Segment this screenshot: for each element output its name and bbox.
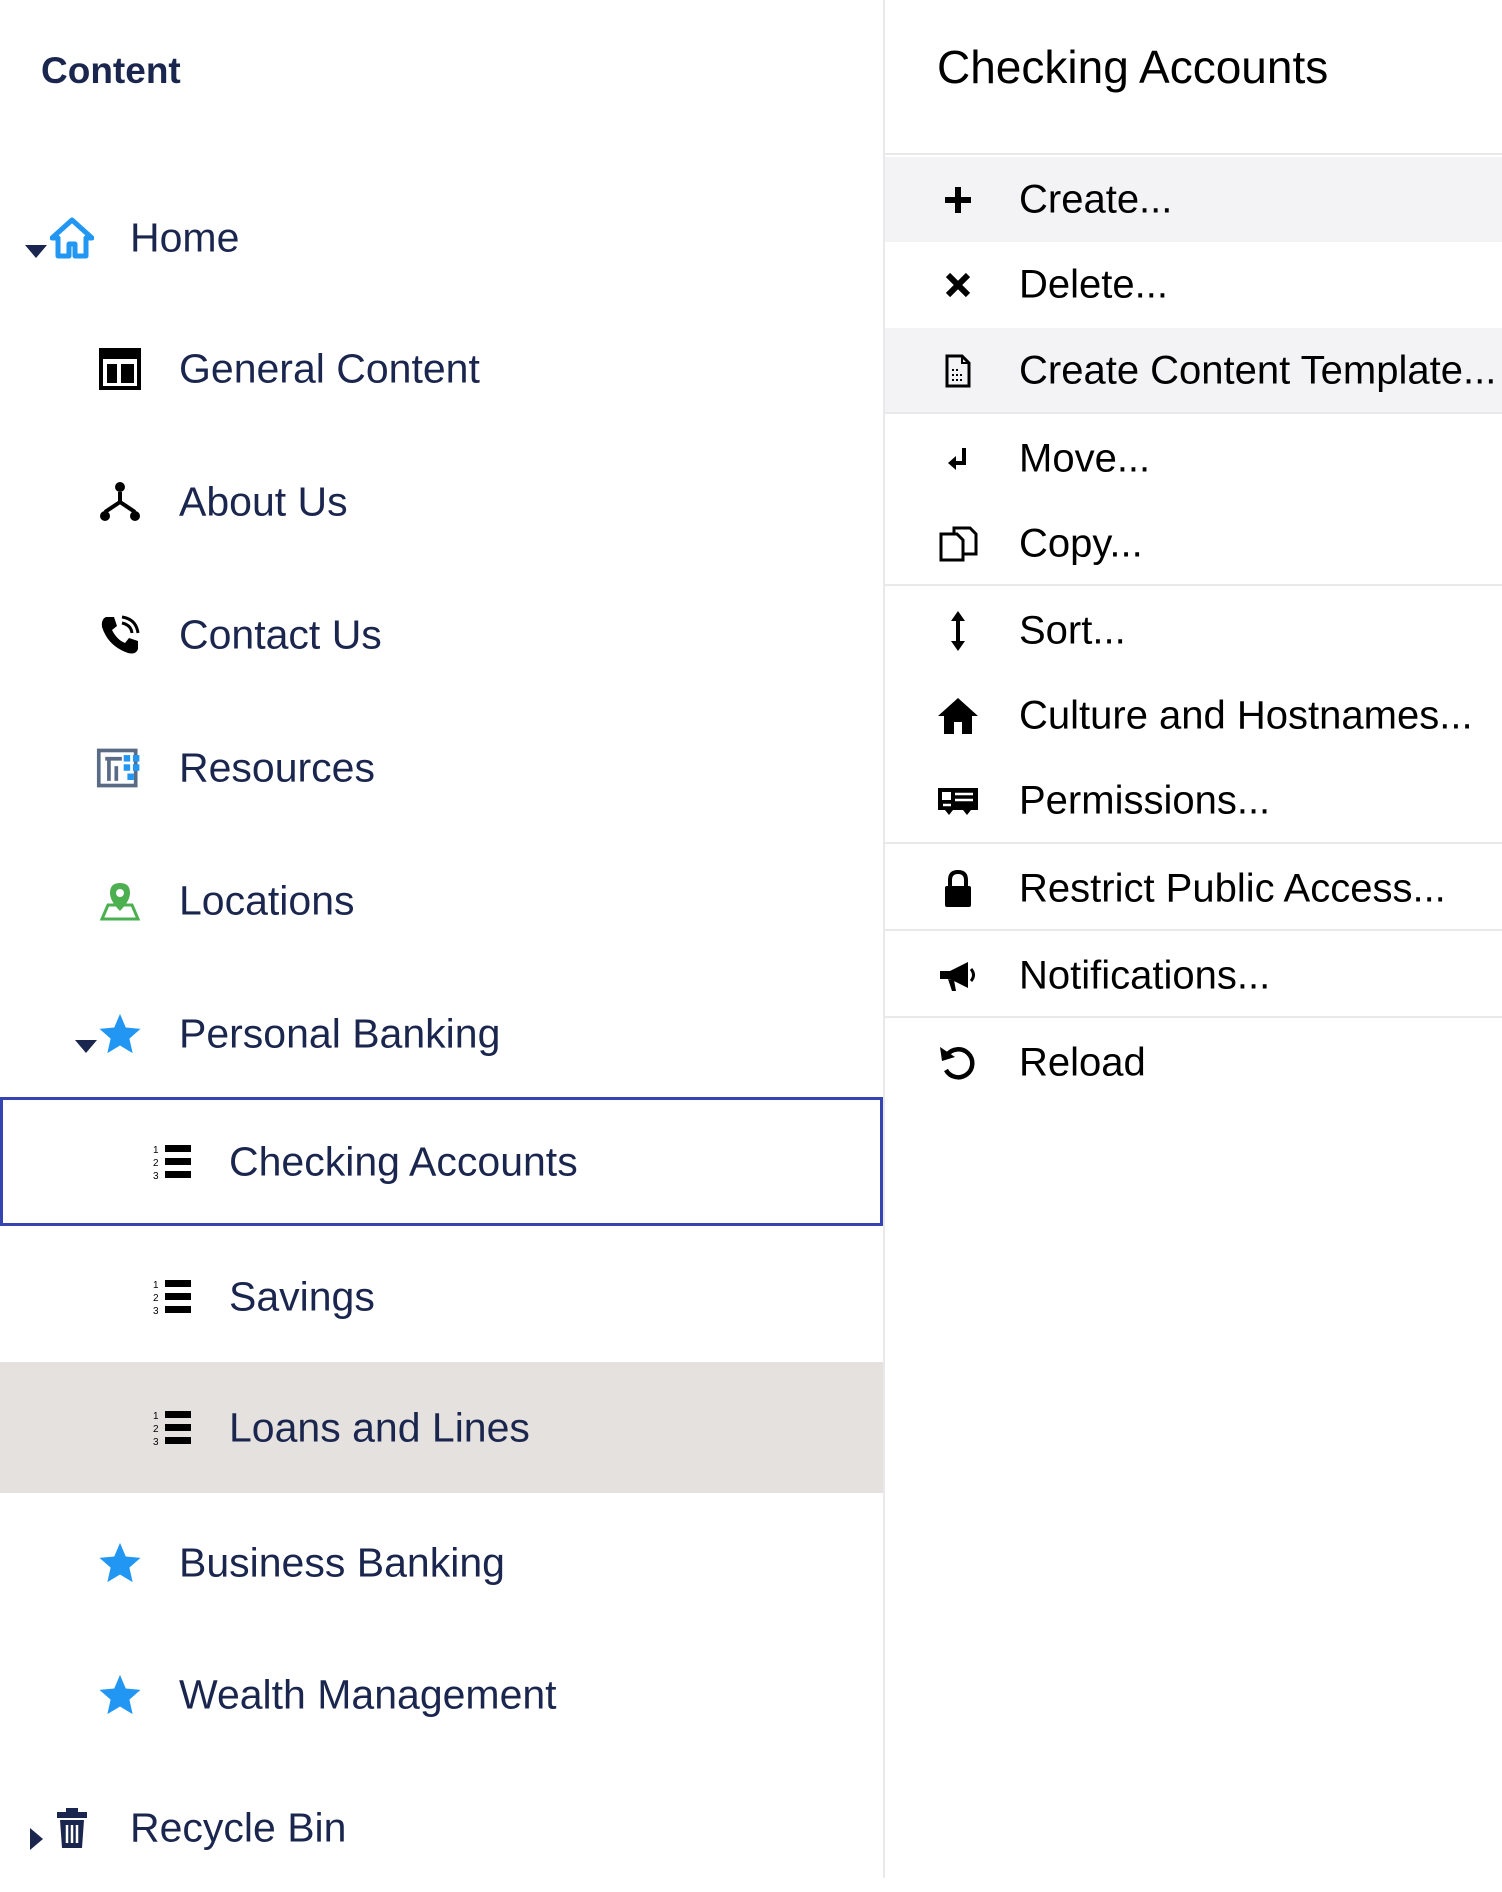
lock-icon <box>937 868 979 910</box>
menu-item-permissions[interactable]: Permissions... <box>885 758 1502 843</box>
tree-node-locations[interactable]: Locations <box>0 837 883 965</box>
tree-node-home[interactable]: Home <box>0 174 883 302</box>
tree-node-resources[interactable]: Resources <box>0 704 883 832</box>
menu-divider <box>885 584 1502 586</box>
menu-item-label: Sort... <box>1019 608 1126 652</box>
move-icon <box>937 438 979 480</box>
menu-item-label: Create... <box>1019 177 1173 221</box>
sitemap-icon <box>96 478 144 526</box>
svg-text:3: 3 <box>153 1437 159 1448</box>
menu-item-label: Permissions... <box>1019 778 1271 822</box>
sort-icon <box>937 610 979 652</box>
tree-node-label: Loans and Lines <box>229 1404 530 1450</box>
home-icon <box>48 214 96 262</box>
menu-item-label: Notifications... <box>1019 953 1271 997</box>
layout-icon <box>96 345 144 393</box>
svg-text:3: 3 <box>153 1306 159 1317</box>
star-icon <box>96 1539 144 1587</box>
tree-node-label: Locations <box>179 877 355 924</box>
menu-divider <box>885 153 1502 155</box>
copy-icon <box>937 523 979 565</box>
menu-item-label: Restrict Public Access... <box>1019 866 1446 910</box>
numbered-list-icon: 1 2 3 <box>149 1138 197 1186</box>
map-pin-icon <box>96 877 144 925</box>
tree-node-label: Personal Banking <box>179 1010 501 1057</box>
megaphone-icon <box>937 955 979 997</box>
menu-item-label: Culture and Hostnames... <box>1019 693 1473 737</box>
svg-text:2: 2 <box>153 1158 159 1169</box>
svg-text:2: 2 <box>153 1293 159 1304</box>
tree-node-recycle-bin[interactable]: Recycle Bin <box>0 1764 883 1892</box>
svg-text:2: 2 <box>153 1424 159 1435</box>
menu-item-label: Create Content Template... <box>1019 348 1497 392</box>
svg-text:1: 1 <box>153 1411 159 1422</box>
template-icon <box>937 350 979 392</box>
tree-node-label: Home <box>130 214 240 261</box>
star-icon <box>96 1671 144 1719</box>
menu-item-label: Copy... <box>1019 521 1143 565</box>
plus-icon <box>937 179 979 221</box>
menu-item-sort[interactable]: Sort... <box>885 588 1502 673</box>
tree-node-label: Business Banking <box>179 1539 505 1586</box>
phone-icon <box>96 611 144 659</box>
menu-item-culture-and-hostnames[interactable]: Culture and Hostnames... <box>885 673 1502 758</box>
tree-node-label: Savings <box>229 1273 375 1320</box>
tree-node-label: Resources <box>179 744 375 791</box>
tree-node-wealth-management[interactable]: Wealth Management <box>0 1631 883 1759</box>
content-tree: Content Home General Content About Us Co… <box>0 0 885 1878</box>
trash-icon <box>48 1804 96 1852</box>
tree-node-about-us[interactable]: About Us <box>0 438 883 566</box>
tree-node-loans-and-lines[interactable]: 1 2 3 Loans and Lines <box>0 1362 883 1493</box>
tree-node-label: Wealth Management <box>179 1671 557 1718</box>
close-icon <box>937 264 979 306</box>
tree-node-contact-us[interactable]: Contact Us <box>0 571 883 699</box>
menu-divider <box>885 842 1502 844</box>
menu-item-reload[interactable]: Reload <box>885 1020 1502 1105</box>
home-icon <box>937 695 979 737</box>
tree-node-personal-banking[interactable]: Personal Banking <box>0 970 883 1098</box>
caret-down-icon[interactable] <box>75 1040 97 1053</box>
numbered-list-icon: 1 2 3 <box>149 1404 197 1452</box>
caret-right-icon[interactable] <box>30 1828 43 1850</box>
menu-divider <box>885 1016 1502 1018</box>
tree-node-savings[interactable]: 1 2 3 Savings <box>0 1233 883 1361</box>
numbered-list-icon: 1 2 3 <box>149 1273 197 1321</box>
tree-node-business-banking[interactable]: Business Banking <box>0 1499 883 1627</box>
svg-text:1: 1 <box>153 1145 159 1156</box>
caret-down-icon[interactable] <box>25 245 47 258</box>
menu-divider <box>885 929 1502 931</box>
menu-item-move[interactable]: Move... <box>885 416 1502 501</box>
menu-item-restrict-public-access[interactable]: Restrict Public Access... <box>885 846 1502 931</box>
reload-icon <box>937 1042 979 1084</box>
menu-title: Checking Accounts <box>937 41 1329 93</box>
resources-icon <box>96 744 144 792</box>
star-icon <box>96 1010 144 1058</box>
svg-text:1: 1 <box>153 1280 159 1291</box>
menu-item-create-content-template[interactable]: Create Content Template... <box>885 328 1502 413</box>
tree-node-general-content[interactable]: General Content <box>0 305 883 433</box>
svg-text:3: 3 <box>153 1171 159 1182</box>
permissions-icon <box>937 780 979 822</box>
menu-item-label: Delete... <box>1019 262 1168 306</box>
menu-item-create[interactable]: Create... <box>885 157 1502 242</box>
tree-node-checking-accounts[interactable]: 1 2 3 Checking Accounts <box>0 1097 883 1226</box>
tree-node-label: About Us <box>179 478 348 525</box>
tree-node-label: Recycle Bin <box>130 1804 347 1851</box>
menu-item-copy[interactable]: Copy... <box>885 501 1502 586</box>
menu-item-label: Move... <box>1019 436 1151 480</box>
menu-item-delete[interactable]: Delete... <box>885 242 1502 327</box>
tree-title: Content <box>41 50 181 91</box>
actions-menu: Checking Accounts Create... Delete... Cr… <box>885 0 1502 1878</box>
tree-node-label: Contact Us <box>179 611 382 658</box>
menu-item-label: Reload <box>1019 1040 1146 1084</box>
menu-item-notifications[interactable]: Notifications... <box>885 933 1502 1018</box>
tree-node-label: Checking Accounts <box>229 1138 578 1184</box>
tree-node-label: General Content <box>179 345 480 392</box>
menu-divider <box>885 412 1502 414</box>
